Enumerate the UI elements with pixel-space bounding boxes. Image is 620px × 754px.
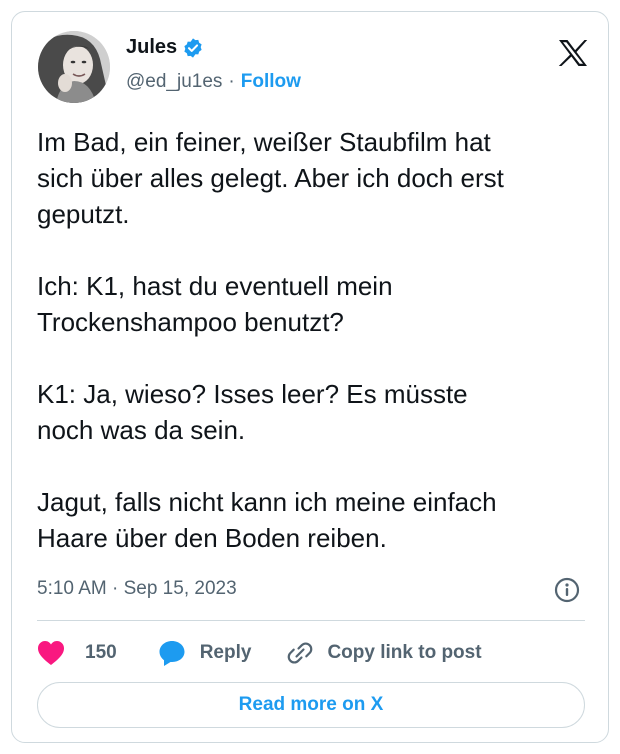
follow-button[interactable]: Follow: [241, 71, 301, 93]
like-button[interactable]: 150: [37, 640, 117, 666]
verified-badge-icon: [182, 37, 204, 59]
author-handle[interactable]: @ed_ju1es: [126, 71, 222, 93]
tweet-timestamp[interactable]: 5:10 AM · Sep 15, 2023: [37, 578, 237, 600]
reply-button[interactable]: Reply: [158, 639, 252, 667]
copy-link-label: Copy link to post: [327, 642, 482, 663]
author-name-row: Jules: [126, 36, 204, 59]
avatar-photo: [38, 31, 110, 103]
avatar[interactable]: [38, 31, 110, 103]
heart-icon: [38, 641, 64, 665]
reply-label: Reply: [199, 642, 252, 663]
x-logo-icon[interactable]: [558, 39, 588, 67]
link-icon: [288, 642, 313, 664]
tweet-text: Im Bad, ein feiner, weißer Staubfilm hat…: [37, 127, 504, 553]
like-count: 150: [85, 642, 117, 663]
info-icon[interactable]: [554, 577, 580, 603]
author-name[interactable]: Jules: [126, 36, 177, 59]
tweet-card: Jules @ed_ju1es · Follow Im Bad, ein fei…: [11, 11, 609, 743]
read-more-button[interactable]: Read more on X: [37, 682, 585, 728]
divider: [37, 620, 585, 621]
separator-dot: ·: [228, 71, 235, 92]
copy-link-button[interactable]: Copy link to post: [286, 639, 482, 667]
speech-bubble-icon: [159, 641, 185, 666]
author-handle-row: @ed_ju1es · Follow: [126, 71, 301, 93]
action-bar: 150 Reply Copy link to post: [37, 638, 482, 668]
